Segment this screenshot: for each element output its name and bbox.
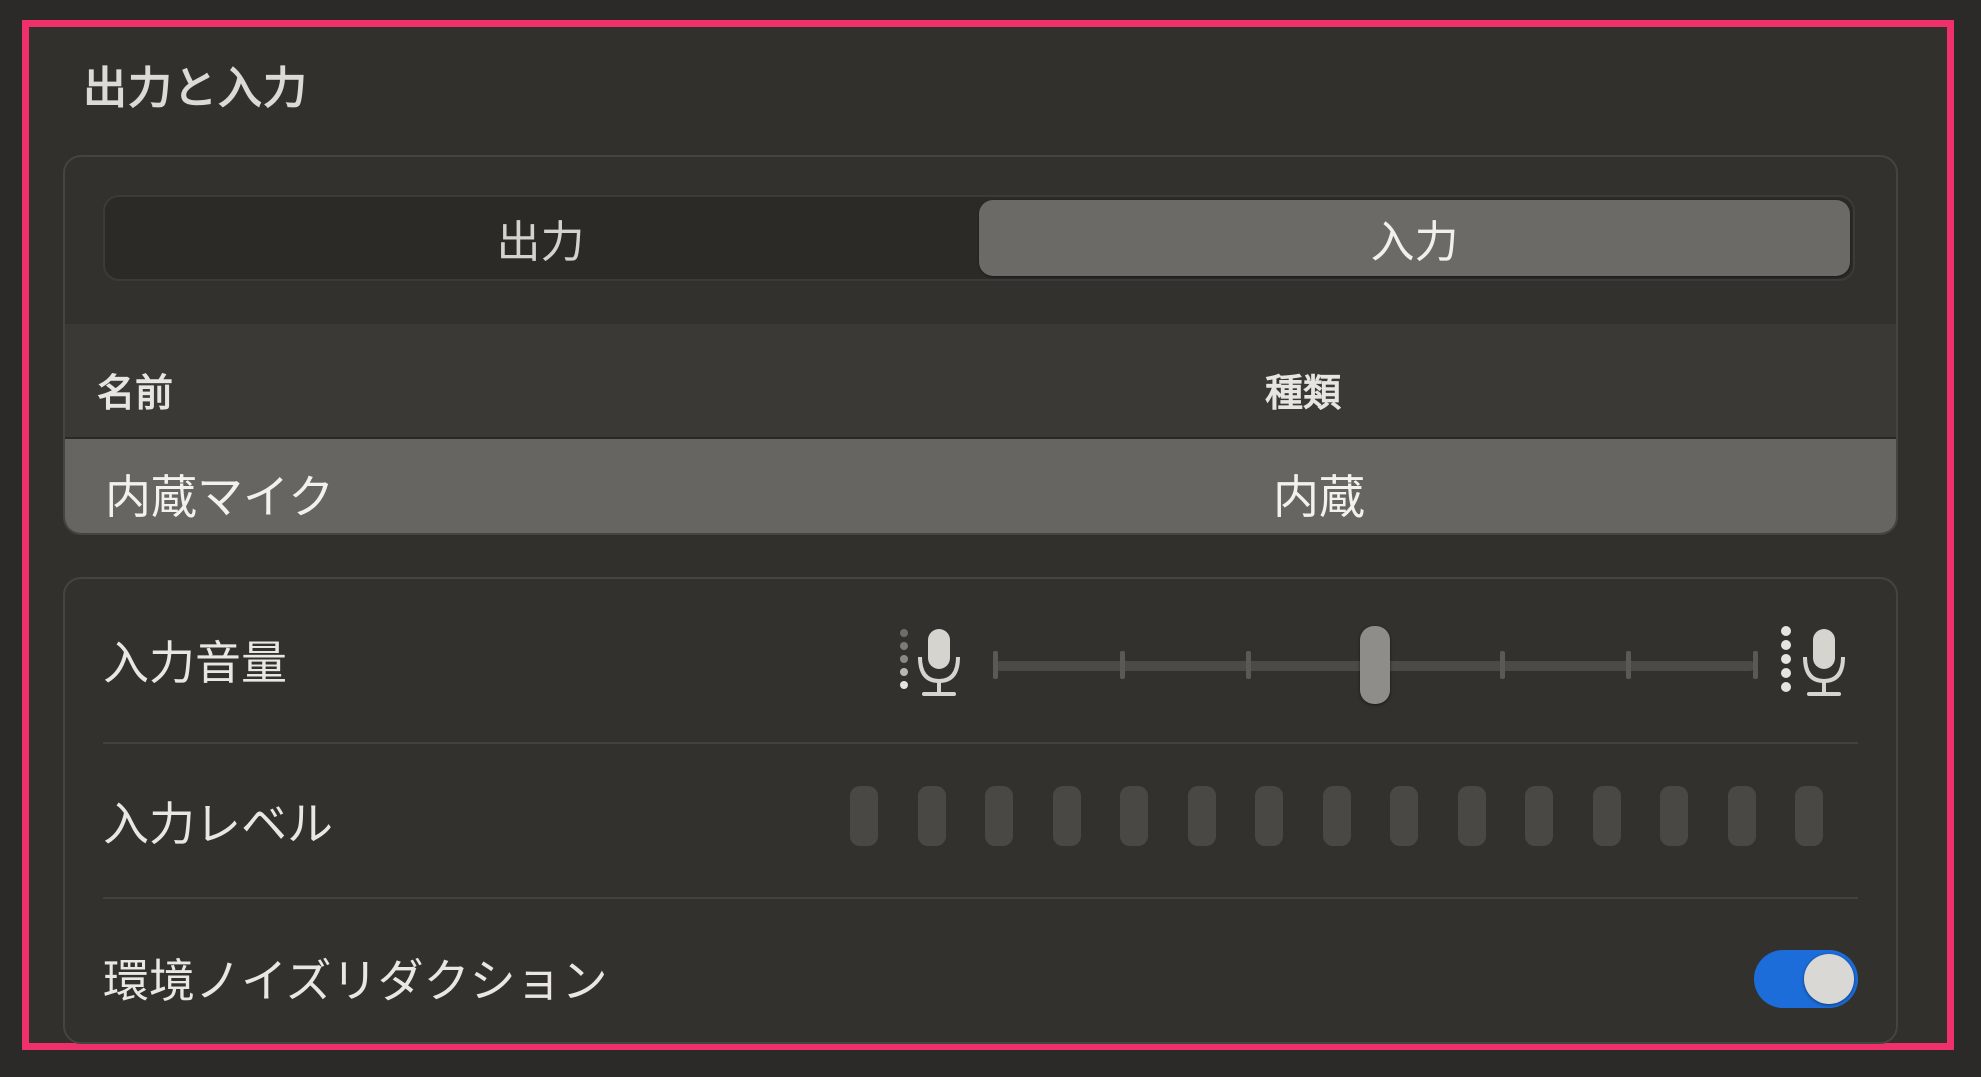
noise-reduction-label: 環境ノイズリダクション xyxy=(103,954,608,1008)
level-segment xyxy=(1727,786,1756,846)
slider-tick xyxy=(1499,651,1505,679)
input-level-row: 入力レベル xyxy=(65,742,1896,897)
screen: 出力と入力 出力 入力 名前 種類 内蔵マイク 内蔵 入力音量 入力レベル 環境… xyxy=(0,0,1981,1077)
microphone-low-icon xyxy=(900,629,960,696)
input-level-label: 入力レベル xyxy=(103,797,333,851)
device-type: 内蔵 xyxy=(1273,470,1365,524)
input-volume-row: 入力音量 xyxy=(65,579,1896,742)
level-segment xyxy=(850,786,878,846)
tab-input[interactable]: 入力 xyxy=(979,200,1850,276)
slider-tick xyxy=(1246,651,1252,679)
slider-tick xyxy=(1119,651,1125,679)
level-segment xyxy=(1457,786,1486,846)
device-name: 内蔵マイク xyxy=(105,470,335,524)
slider-tick xyxy=(993,651,998,679)
device-table-header: 名前 種類 xyxy=(65,324,1896,439)
slider-knob[interactable] xyxy=(1360,626,1390,704)
toggle-knob xyxy=(1804,954,1854,1004)
slider-tick xyxy=(1753,651,1758,679)
noise-reduction-toggle[interactable] xyxy=(1754,950,1858,1008)
level-segment xyxy=(1592,786,1621,846)
level-segment xyxy=(1795,786,1823,846)
microphone-high-icon xyxy=(1781,626,1845,696)
level-segment xyxy=(1525,786,1553,846)
slider-tick xyxy=(1626,651,1632,679)
level-segment xyxy=(1187,786,1216,846)
level-segment xyxy=(1120,786,1148,846)
device-group: 出力 入力 名前 種類 内蔵マイク 内蔵 xyxy=(63,155,1898,535)
level-segment xyxy=(1660,786,1688,846)
input-level-meter xyxy=(850,786,1860,848)
level-segment xyxy=(1390,786,1418,846)
level-segment xyxy=(1322,786,1351,846)
column-header-name[interactable]: 名前 xyxy=(97,362,173,417)
noise-reduction-row: 環境ノイズリダクション xyxy=(65,897,1896,1044)
input-volume-label: 入力音量 xyxy=(103,636,287,690)
output-input-segmented-control: 出力 入力 xyxy=(103,195,1855,281)
device-row-builtin-mic[interactable]: 内蔵マイク 内蔵 xyxy=(65,439,1896,533)
level-segment xyxy=(985,786,1013,846)
level-segment xyxy=(1255,786,1283,846)
input-volume-slider[interactable] xyxy=(993,626,1758,704)
input-settings-group: 入力音量 入力レベル 環境ノイズリダクション xyxy=(63,577,1898,1044)
level-segment xyxy=(1052,786,1081,846)
level-segment xyxy=(917,786,946,846)
tab-output[interactable]: 出力 xyxy=(105,197,976,279)
column-header-type[interactable]: 種類 xyxy=(1265,362,1341,417)
section-title: 出力と入力 xyxy=(83,63,308,114)
